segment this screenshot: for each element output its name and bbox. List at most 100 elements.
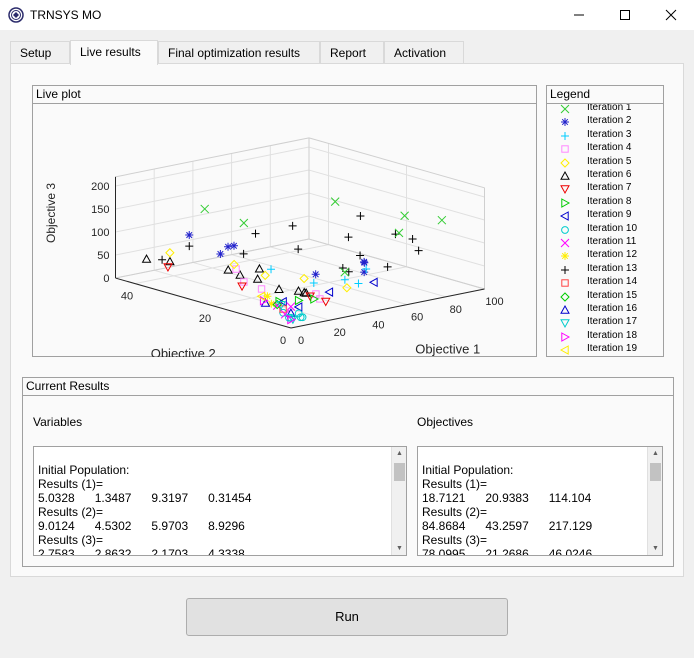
legend-label: Iteration 6 xyxy=(587,169,632,180)
x-tick-label: 100 xyxy=(485,296,503,308)
tab-label: Live results xyxy=(80,45,141,59)
run-button[interactable]: Run xyxy=(186,598,508,636)
z-axis-label: Objective 3 xyxy=(44,183,58,243)
data-point xyxy=(360,257,369,266)
y-tick-label: 20 xyxy=(199,313,211,325)
data-point xyxy=(324,287,334,297)
data-point xyxy=(185,231,194,240)
data-point xyxy=(240,278,248,286)
square-marker-icon xyxy=(561,145,569,153)
window-title: TRNSYS MO xyxy=(30,8,102,22)
legend-label: Iteration 1 xyxy=(587,104,632,113)
minimize-button[interactable] xyxy=(556,0,602,30)
grid-line xyxy=(115,146,310,187)
z-tick-label: 100 xyxy=(91,227,109,239)
title-bar: TRNSYS MO xyxy=(0,0,694,30)
tab-label: Setup xyxy=(20,46,52,60)
tab-label: Report xyxy=(330,46,367,60)
y-tick-label: 0 xyxy=(280,335,286,347)
triangle-down-marker-icon xyxy=(560,319,570,329)
objectives-scrollbar[interactable]: ▲ ▼ xyxy=(647,447,662,555)
close-button[interactable] xyxy=(648,0,694,30)
objectives-label: Objectives xyxy=(417,415,474,429)
legend-item: Iteration 19 xyxy=(547,343,663,356)
legend-item: Iteration 15 xyxy=(547,290,663,303)
legend-group: Legend Iteration 1 Iteration 2 Iteration 3… xyxy=(546,85,664,357)
legend-item: Iteration 17 xyxy=(547,316,663,329)
legend-item: Iteration 10 xyxy=(547,223,663,236)
legend-list: Iteration 1 Iteration 2 Iteration 3 Iterati… xyxy=(547,104,663,356)
variables-textarea[interactable]: Initial Population: Results (1)= 5.0328 … xyxy=(33,446,407,556)
tab-live-results[interactable]: Live results xyxy=(70,40,158,65)
legend-label: Iteration 16 xyxy=(587,303,638,314)
data-point xyxy=(356,212,365,221)
legend-label: Iteration 10 xyxy=(587,222,638,234)
legend-item: Iteration 5 xyxy=(547,156,663,169)
data-point xyxy=(400,211,409,221)
data-point xyxy=(260,270,270,281)
legend-label: Iteration 9 xyxy=(587,209,632,221)
data-point xyxy=(165,248,175,258)
variables-scrollbar[interactable]: ▲ ▼ xyxy=(391,447,406,555)
data-point xyxy=(185,242,194,251)
live-plot-title: Live plot xyxy=(33,86,536,104)
data-point xyxy=(254,263,265,273)
tab-report[interactable]: Report xyxy=(320,41,384,64)
legend-label: Iteration 17 xyxy=(587,316,638,328)
data-point xyxy=(394,228,404,238)
data-point xyxy=(437,215,447,225)
data-point xyxy=(311,270,320,279)
diamond-marker-icon xyxy=(560,157,570,168)
legend-item: Iteration 4 xyxy=(547,142,663,155)
triangle-right-marker-icon xyxy=(561,197,571,208)
z-tick-label: 200 xyxy=(91,181,109,193)
data-point xyxy=(408,234,417,243)
tab-setup[interactable]: Setup xyxy=(10,41,70,64)
y-tick-label: 40 xyxy=(121,291,133,303)
scroll-thumb[interactable] xyxy=(394,463,405,481)
legend-label: Iteration 15 xyxy=(587,289,638,301)
scroll-up-icon[interactable]: ▲ xyxy=(652,450,659,457)
x-marker-icon xyxy=(560,104,570,114)
legend-item: Iteration 7 xyxy=(547,182,663,195)
live-plot-group: Live plot 0 20 40 60 80 100 0 20 40 0 50 100 150 200 O… xyxy=(32,85,537,357)
legend-item: Iteration 1 xyxy=(547,104,663,115)
scroll-down-icon[interactable]: ▼ xyxy=(396,545,403,552)
data-point xyxy=(368,277,378,288)
legend-label: Iteration 13 xyxy=(587,262,638,274)
data-point xyxy=(257,285,266,293)
tab-final-optimization-results[interactable]: Final optimization results xyxy=(158,41,320,64)
scroll-up-icon[interactable]: ▲ xyxy=(396,450,403,457)
data-point xyxy=(237,282,247,292)
maximize-button[interactable] xyxy=(602,0,648,30)
triangle-down-marker-icon xyxy=(560,185,570,195)
x-axis-label: Objective 1 xyxy=(415,342,480,357)
y-axis-label: Objective 2 xyxy=(151,346,216,357)
legend-item: Iteration 3 xyxy=(547,129,663,142)
legend-label: Iteration 14 xyxy=(587,276,638,288)
legend-item: Iteration 14 xyxy=(547,276,663,289)
tab-label: Activation xyxy=(394,46,447,60)
legend-item: Iteration 11 xyxy=(547,236,663,249)
z-tick-label: 0 xyxy=(103,273,109,285)
plus-marker-icon xyxy=(561,131,569,140)
scroll-thumb[interactable] xyxy=(650,463,661,481)
scroll-down-icon[interactable]: ▼ xyxy=(652,545,659,552)
x-tick-label: 60 xyxy=(411,312,423,324)
data-point xyxy=(229,241,238,250)
grid-line xyxy=(308,137,485,189)
data-point xyxy=(340,267,350,277)
data-point xyxy=(294,245,303,254)
current-results-group: Current Results Variables Objectives Ini… xyxy=(22,377,674,567)
legend-item: Iteration 8 xyxy=(547,196,663,209)
data-point xyxy=(141,254,152,263)
tab-activation[interactable]: Activation xyxy=(384,41,464,64)
legend-label: Iteration 4 xyxy=(587,142,632,154)
scatter-3d-plot[interactable]: 0 20 40 60 80 100 0 20 40 0 50 100 150 200 Objective 1… xyxy=(33,105,536,357)
grid-line xyxy=(115,137,310,178)
legend-label: Iteration 2 xyxy=(587,115,632,127)
objectives-textarea[interactable]: Initial Population: Results (1)= 18.7121… xyxy=(417,446,663,556)
variables-label: Variables xyxy=(33,415,83,429)
legend-label: Iteration 8 xyxy=(587,195,632,207)
legend-label: Iteration 18 xyxy=(587,329,638,341)
